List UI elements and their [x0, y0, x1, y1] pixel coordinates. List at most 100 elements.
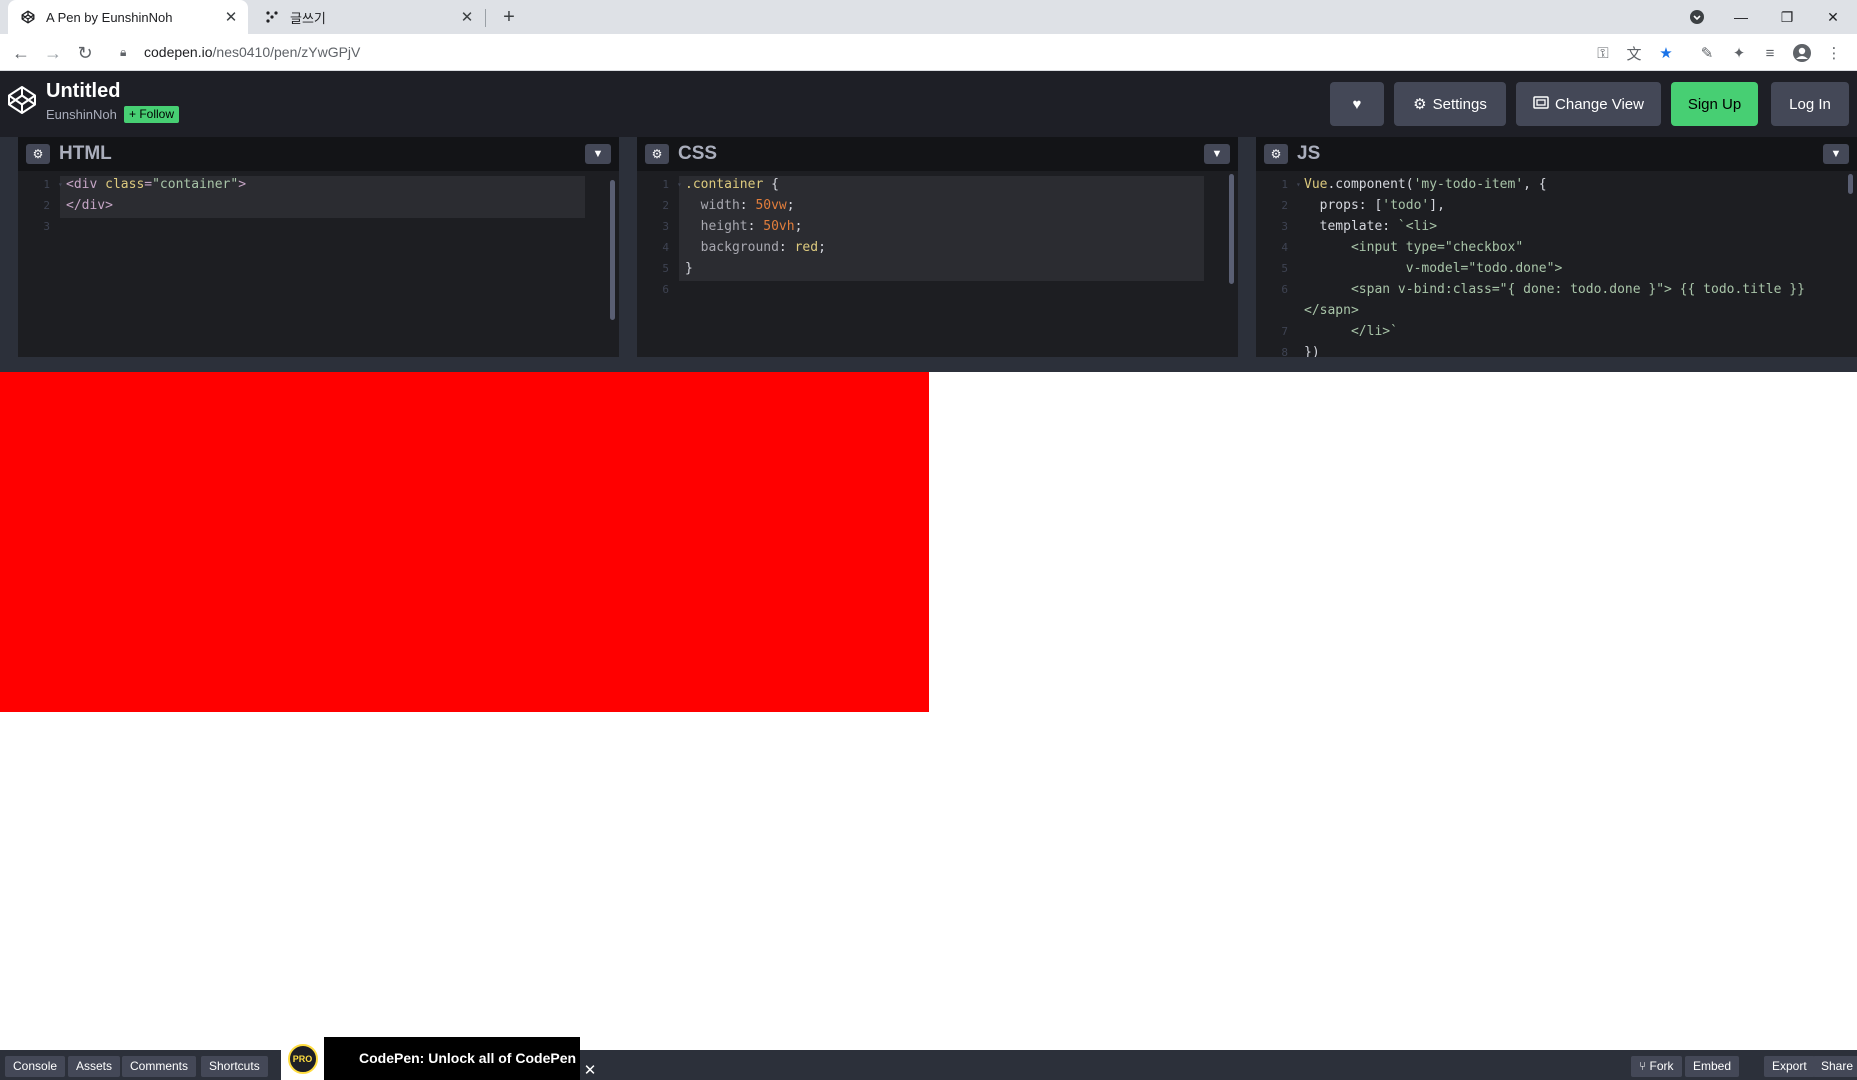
- close-tab-icon[interactable]: ✕: [222, 8, 240, 26]
- fold-arrow-icon[interactable]: [677, 258, 685, 279]
- media-queue-icon[interactable]: ≡: [1757, 40, 1783, 66]
- close-promo-icon[interactable]: ✕: [581, 1061, 599, 1079]
- follow-button[interactable]: + Follow: [124, 106, 180, 123]
- code-text: .container {: [685, 177, 779, 192]
- assets-button[interactable]: Assets: [68, 1056, 121, 1077]
- chevron-down-icon[interactable]: ▼: [1204, 144, 1230, 164]
- pen-title[interactable]: Untitled: [46, 80, 120, 103]
- fold-arrow-icon[interactable]: [1296, 300, 1304, 321]
- fold-arrow-icon[interactable]: [677, 216, 685, 237]
- fold-arrow-icon[interactable]: [1296, 237, 1304, 258]
- fold-arrow-icon[interactable]: [1296, 279, 1304, 300]
- browser-tab-bar: A Pen by EunshinNoh ✕ 글쓰기 ✕ + — ❐ ✕: [0, 0, 1857, 34]
- extension-pen-icon[interactable]: ✎: [1694, 40, 1720, 66]
- line-number: 5: [1281, 262, 1288, 275]
- fold-arrow-icon[interactable]: [58, 195, 66, 216]
- minimize-icon[interactable]: —: [1718, 0, 1764, 34]
- fold-arrow-icon[interactable]: [1296, 195, 1304, 216]
- dots-icon: [264, 9, 280, 25]
- reload-icon[interactable]: ↻: [71, 39, 99, 67]
- line-number: 1: [1281, 178, 1288, 191]
- sign-up-button[interactable]: Sign Up: [1671, 82, 1758, 126]
- chevron-down-icon[interactable]: ▼: [1823, 144, 1849, 164]
- codepen-footer: Console Assets Comments Shortcuts ⑂ Fork…: [0, 1050, 1857, 1080]
- preview-container-box: [0, 372, 929, 712]
- love-button[interactable]: ♥: [1330, 82, 1384, 126]
- share-button[interactable]: Share: [1813, 1056, 1857, 1077]
- comments-button[interactable]: Comments: [122, 1056, 197, 1077]
- css-code-editor[interactable]: 1 ▾ .container {2 width: 50vw; 3 height: 50…: [637, 174, 1238, 357]
- forward-icon[interactable]: →: [39, 39, 67, 67]
- fold-arrow-icon[interactable]: ▾: [58, 174, 66, 195]
- fold-arrow-icon[interactable]: [677, 279, 685, 300]
- line-number: 2: [43, 199, 50, 212]
- new-tab-icon[interactable]: +: [497, 5, 521, 29]
- tab-codepen[interactable]: A Pen by EunshinNoh ✕: [8, 0, 248, 34]
- restore-icon[interactable]: ❐: [1764, 0, 1810, 34]
- line-number: 3: [1281, 220, 1288, 233]
- fold-arrow-icon[interactable]: [1296, 342, 1304, 357]
- fold-arrow-icon[interactable]: ▾: [677, 174, 685, 195]
- bookmark-star-icon[interactable]: ★: [1653, 40, 1679, 66]
- fold-arrow-icon[interactable]: [1296, 216, 1304, 237]
- fold-arrow-icon[interactable]: [677, 195, 685, 216]
- js-code-editor[interactable]: 1 ▾ Vue.component('my-todo-item', {2 props…: [1256, 174, 1857, 357]
- code-text: props: ['todo'],: [1304, 198, 1445, 213]
- code-line: 7 </li>`: [1256, 321, 1857, 342]
- extensions-puzzle-icon[interactable]: ✦: [1726, 40, 1752, 66]
- pen-author[interactable]: EunshinNoh: [46, 107, 117, 122]
- address-bar[interactable]: 🔒︎ codepen.io/nes0410/pen/zYwGPjV: [110, 38, 1580, 66]
- fold-arrow-icon[interactable]: [1296, 321, 1304, 342]
- codepen-logo-icon[interactable]: [6, 84, 38, 116]
- code-line: 2 </div>: [18, 195, 619, 216]
- translate-icon[interactable]: 文: [1621, 40, 1647, 66]
- tab-writing[interactable]: 글쓰기 ✕: [252, 0, 484, 34]
- code-line: </sapn>: [1256, 300, 1857, 321]
- html-editor-panel: ⚙ HTML ▼ 1 ▾ <div class="container"> 2 </div…: [18, 137, 619, 357]
- code-line: 6 <span v-bind:class="{ done: todo.done …: [1256, 279, 1857, 300]
- pro-badge-wrapper: PRO: [281, 1037, 324, 1080]
- change-view-button[interactable]: Change View: [1516, 82, 1661, 126]
- html-code-editor[interactable]: 1 ▾ <div class="container"> 2 </div> 3: [18, 174, 619, 357]
- editor-resize-bar[interactable]: [0, 357, 1857, 372]
- fork-button[interactable]: ⑂ Fork: [1631, 1056, 1682, 1077]
- fold-arrow-icon[interactable]: [1296, 258, 1304, 279]
- code-text: }): [1304, 345, 1320, 357]
- css-panel-header: ⚙ CSS ▼: [637, 137, 1238, 171]
- pro-promo-banner[interactable]: PRO CodePen: Unlock all of CodePen: [281, 1037, 580, 1080]
- settings-button[interactable]: ⚙ Settings: [1394, 82, 1506, 126]
- profile-avatar-icon[interactable]: [1789, 40, 1815, 66]
- code-line: 4 background: red;: [637, 237, 1238, 258]
- html-scrollbar[interactable]: [610, 180, 615, 320]
- fold-arrow-icon[interactable]: [677, 237, 685, 258]
- close-window-icon[interactable]: ✕: [1810, 0, 1856, 34]
- back-icon[interactable]: ←: [7, 39, 35, 67]
- code-line: 4 <input type="checkbox": [1256, 237, 1857, 258]
- close-tab-icon[interactable]: ✕: [458, 8, 476, 26]
- html-panel-header: ⚙ HTML ▼: [18, 137, 619, 171]
- js-settings-gear-icon[interactable]: ⚙: [1264, 144, 1288, 164]
- code-text: </sapn>: [1304, 303, 1359, 318]
- code-text: </li>`: [1304, 324, 1398, 339]
- console-button[interactable]: Console: [5, 1056, 66, 1077]
- css-settings-gear-icon[interactable]: ⚙: [645, 144, 669, 164]
- key-icon[interactable]: ⚿: [1590, 40, 1616, 66]
- layout-icon: [1533, 95, 1549, 113]
- js-scrollbar[interactable]: [1848, 174, 1853, 194]
- embed-button[interactable]: Embed: [1685, 1056, 1740, 1077]
- tab-search-icon[interactable]: [1674, 0, 1720, 34]
- fold-arrow-icon[interactable]: ▾: [1296, 174, 1304, 195]
- log-in-button[interactable]: Log In: [1771, 82, 1849, 126]
- line-number: 1: [662, 178, 669, 191]
- shortcuts-button[interactable]: Shortcuts: [201, 1056, 268, 1077]
- css-scrollbar[interactable]: [1229, 174, 1234, 284]
- html-settings-gear-icon[interactable]: ⚙: [26, 144, 50, 164]
- export-button[interactable]: Export: [1764, 1056, 1815, 1077]
- browser-menu-icon[interactable]: ⋮: [1821, 40, 1847, 66]
- code-line: 1 ▾ Vue.component('my-todo-item', {: [1256, 174, 1857, 195]
- codepen-icon: [20, 9, 36, 25]
- fold-arrow-icon[interactable]: [58, 216, 66, 237]
- line-number: 8: [1281, 346, 1288, 357]
- chevron-down-icon[interactable]: ▼: [585, 144, 611, 164]
- code-text: }: [685, 261, 693, 276]
